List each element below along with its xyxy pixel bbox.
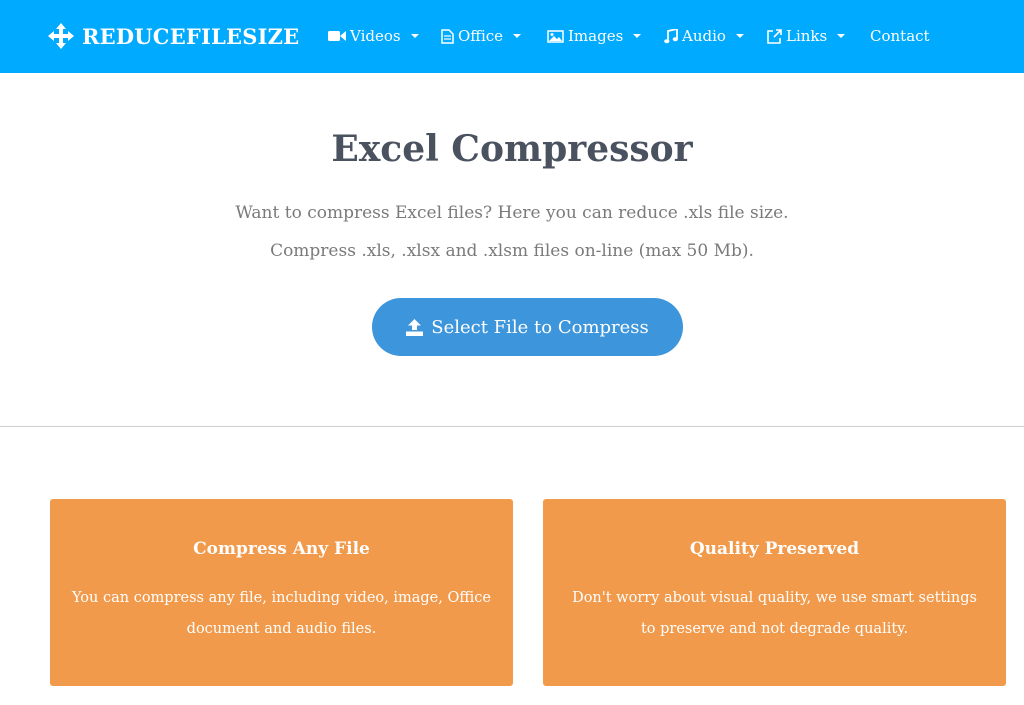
- select-file-label: Select File to Compress: [431, 316, 649, 338]
- music-note-icon: [664, 28, 678, 44]
- page-title: Excel Compressor: [331, 128, 693, 170]
- image-icon: [547, 29, 564, 43]
- upload-icon: [406, 318, 424, 336]
- caret-down-icon: [633, 34, 642, 38]
- nav-contact-label: Contact: [870, 27, 930, 45]
- nav-audio-label: Audio: [682, 27, 726, 45]
- nav-videos-label: Videos: [350, 27, 401, 45]
- nav-videos[interactable]: Videos: [328, 24, 419, 48]
- caret-down-icon: [410, 34, 419, 38]
- brand-logo-link[interactable]: REDUCEFILESIZE: [48, 20, 299, 52]
- external-link-icon: [767, 28, 782, 44]
- feature-card-text: You can compress any file, including vid…: [72, 590, 491, 637]
- move-arrows-icon: [48, 23, 74, 49]
- caret-down-icon: [735, 34, 744, 38]
- select-file-button[interactable]: Select File to Compress: [372, 298, 683, 356]
- top-navbar: REDUCEFILESIZE Videos Office Images Audi…: [0, 0, 1024, 73]
- document-icon: [441, 28, 454, 44]
- feature-card-compress-any-file: Compress Any File You can compress any f…: [50, 499, 513, 686]
- intro-line-1: Want to compress Excel files? Here you c…: [235, 203, 789, 223]
- section-divider: [0, 426, 1024, 427]
- caret-down-icon: [837, 34, 846, 38]
- nav-contact[interactable]: Contact: [870, 24, 930, 48]
- feature-card-quality-preserved: Quality Preserved Don't worry about visu…: [543, 499, 1006, 686]
- brand-name: REDUCEFILESIZE: [82, 23, 300, 49]
- feature-card-title: Compress Any File: [193, 539, 370, 559]
- intro-line-2: Compress .xls, .xlsx and .xlsm files on-…: [270, 241, 754, 261]
- nav-links[interactable]: Links: [767, 24, 846, 48]
- feature-card-title: Quality Preserved: [689, 539, 860, 559]
- caret-down-icon: [513, 34, 522, 38]
- nav-office[interactable]: Office: [441, 24, 522, 48]
- nav-office-label: Office: [458, 27, 504, 45]
- video-camera-icon: [328, 30, 346, 42]
- feature-card-text: Don't worry about visual quality, we use…: [572, 590, 977, 637]
- nav-images-label: Images: [568, 27, 624, 45]
- nav-links-label: Links: [786, 27, 828, 45]
- nav-images[interactable]: Images: [547, 24, 642, 48]
- nav-audio[interactable]: Audio: [664, 24, 744, 48]
